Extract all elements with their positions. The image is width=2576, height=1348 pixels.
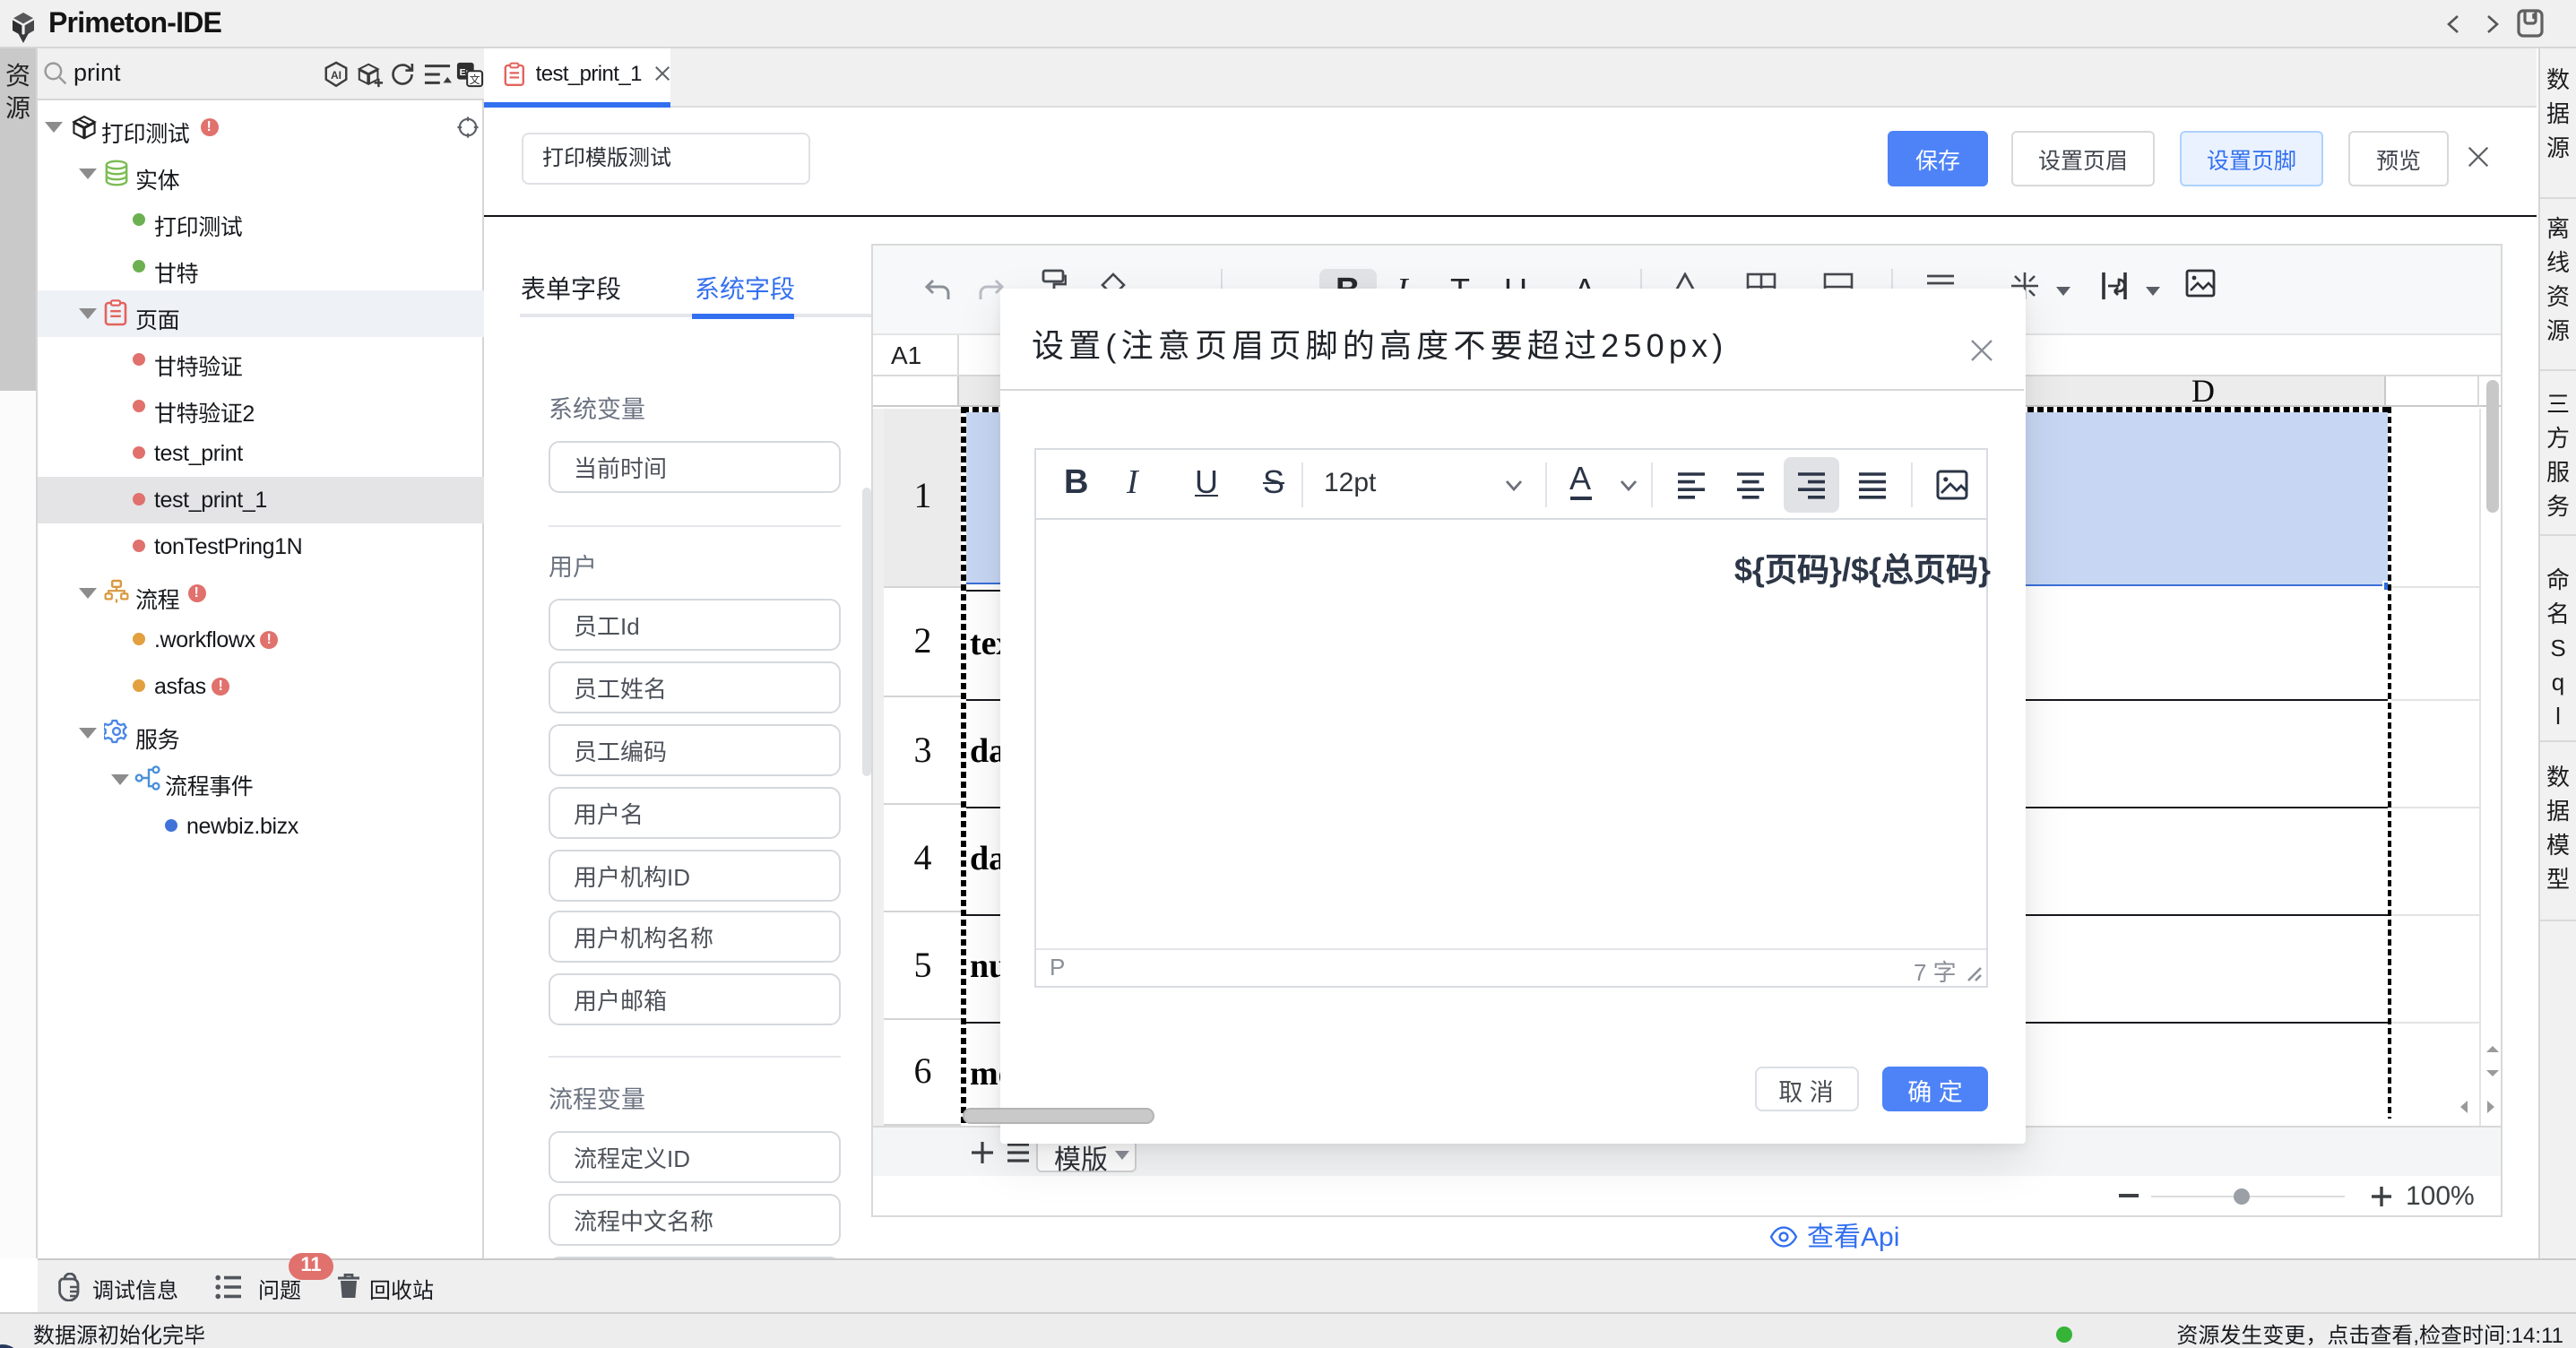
- svg-text:AI: AI: [331, 69, 341, 82]
- svg-text:文: 文: [470, 73, 480, 86]
